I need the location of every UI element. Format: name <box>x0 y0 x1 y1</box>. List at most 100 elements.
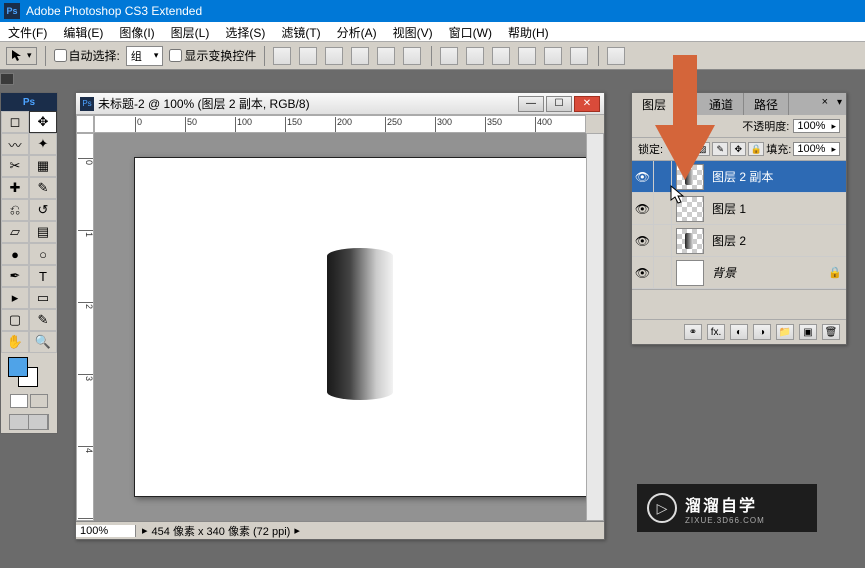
opacity-field[interactable]: 100% ▸ <box>793 119 840 133</box>
align-bottom-icon[interactable] <box>325 47 343 65</box>
ruler-origin[interactable] <box>76 115 94 133</box>
layer-row[interactable]: 👁 图层 1 <box>632 193 846 225</box>
auto-select-target-dropdown[interactable]: 组 ▾ <box>126 46 164 66</box>
lasso-tool[interactable]: 〰 <box>1 133 29 155</box>
tab-layers[interactable]: 图层 <box>632 93 677 115</box>
crop-tool[interactable]: ✂ <box>1 155 29 177</box>
screen-mode-button[interactable] <box>9 414 49 430</box>
foreground-color-swatch[interactable] <box>8 357 28 377</box>
path-select-tool[interactable]: ▸ <box>1 287 29 309</box>
new-layer-button[interactable]: ▣ <box>799 324 817 340</box>
visibility-toggle[interactable]: 👁 <box>632 193 654 224</box>
maximize-button[interactable]: ☐ <box>546 96 572 112</box>
layer-thumbnail[interactable] <box>676 260 704 286</box>
layer-thumbnail[interactable] <box>676 228 704 254</box>
horizontal-ruler[interactable]: 0 50 100 150 200 250 300 350 400 450 <box>94 115 586 133</box>
dodge-tool[interactable]: ○ <box>29 243 57 265</box>
canvas-viewport[interactable] <box>94 133 586 521</box>
eraser-tool[interactable]: ▱ <box>1 221 29 243</box>
eyedropper-tool[interactable]: ✎ <box>29 309 57 331</box>
menu-filter[interactable]: 滤镜(T) <box>273 22 328 41</box>
current-tool-display[interactable]: ▾ <box>6 47 37 65</box>
layer-thumbnail[interactable] <box>676 164 704 190</box>
auto-select-checkbox[interactable] <box>54 49 67 62</box>
delete-layer-button[interactable]: 🗑 <box>822 324 840 340</box>
menu-edit[interactable]: 编辑(E) <box>55 22 111 41</box>
heal-tool[interactable]: ✚ <box>1 177 29 199</box>
show-transform-checkbox[interactable] <box>169 49 182 62</box>
tab-channels[interactable]: 通道 <box>699 93 744 115</box>
distribute-right-icon[interactable] <box>570 47 588 65</box>
quickmask-mode-icon[interactable] <box>30 394 48 408</box>
vertical-ruler[interactable]: 0 1 2 3 4 5 <box>76 133 94 521</box>
minimize-button[interactable]: — <box>518 96 544 112</box>
tab-paths[interactable]: 路径 <box>744 93 789 115</box>
layer-name[interactable]: 图层 2 副本 <box>708 168 846 185</box>
zoom-tool[interactable]: 🔍 <box>29 331 57 353</box>
visibility-toggle[interactable]: 👁 <box>632 225 654 256</box>
align-right-icon[interactable] <box>403 47 421 65</box>
type-tool[interactable]: T <box>29 265 57 287</box>
link-layers-button[interactable]: ⚭ <box>684 324 702 340</box>
close-button[interactable]: ✕ <box>574 96 600 112</box>
lock-position-icon[interactable]: ✥ <box>730 142 746 156</box>
shape-tool[interactable]: ▭ <box>29 287 57 309</box>
distribute-top-icon[interactable] <box>440 47 458 65</box>
lock-transparency-icon[interactable]: ▨ <box>694 142 710 156</box>
collapsed-palette-handle[interactable] <box>0 73 14 85</box>
menu-view[interactable]: 视图(V) <box>385 22 441 41</box>
link-cell[interactable] <box>654 257 672 288</box>
menu-help[interactable]: 帮助(H) <box>500 22 557 41</box>
canvas[interactable] <box>134 157 586 497</box>
distribute-left-icon[interactable] <box>518 47 536 65</box>
menu-file[interactable]: 文件(F) <box>0 22 55 41</box>
panel-flyout-icon[interactable]: ▾ <box>837 97 842 108</box>
visibility-toggle[interactable]: 👁 <box>632 161 654 192</box>
menu-layer[interactable]: 图层(L) <box>163 22 218 41</box>
layer-mask-button[interactable]: ◐ <box>730 324 748 340</box>
align-top-icon[interactable] <box>273 47 291 65</box>
menu-window[interactable]: 窗口(W) <box>441 22 500 41</box>
document-info[interactable]: ▸ 454 像素 x 340 像素 (72 ppi) ▸ <box>136 523 604 539</box>
layer-name[interactable]: 图层 1 <box>708 200 846 217</box>
group-button[interactable]: 📁 <box>776 324 794 340</box>
fill-field[interactable]: 100% ▸ <box>793 142 840 156</box>
blur-tool[interactable]: ● <box>1 243 29 265</box>
menu-image[interactable]: 图像(I) <box>111 22 162 41</box>
menu-select[interactable]: 选择(S) <box>217 22 273 41</box>
brush-tool[interactable]: ✎ <box>29 177 57 199</box>
align-vcenter-icon[interactable] <box>299 47 317 65</box>
zoom-level-field[interactable]: 100% <box>76 525 136 537</box>
panel-close-icon[interactable]: × <box>822 96 828 108</box>
link-cell[interactable] <box>654 161 672 192</box>
layer-name[interactable]: 背景 <box>708 264 828 281</box>
vertical-scrollbar[interactable] <box>586 133 604 521</box>
layer-thumbnail[interactable] <box>676 196 704 222</box>
menu-analysis[interactable]: 分析(A) <box>329 22 385 41</box>
adjustment-layer-button[interactable]: ◑ <box>753 324 771 340</box>
layer-row[interactable]: 👁 图层 2 <box>632 225 846 257</box>
standard-mode-icon[interactable] <box>10 394 28 408</box>
history-brush-tool[interactable]: ↺ <box>29 199 57 221</box>
lock-all-icon[interactable]: 🔒 <box>748 142 764 156</box>
document-titlebar[interactable]: Ps 未标题-2 @ 100% (图层 2 副本, RGB/8) — ☐ ✕ <box>76 93 604 115</box>
align-hcenter-icon[interactable] <box>377 47 395 65</box>
distribute-hcenter-icon[interactable] <box>544 47 562 65</box>
auto-align-icon[interactable] <box>607 47 625 65</box>
layer-style-button[interactable]: fx. <box>707 324 725 340</box>
hand-tool[interactable]: ✋ <box>1 331 29 353</box>
link-cell[interactable] <box>654 193 672 224</box>
visibility-toggle[interactable]: 👁 <box>632 257 654 288</box>
gradient-tool[interactable]: ▤ <box>29 221 57 243</box>
distribute-vcenter-icon[interactable] <box>466 47 484 65</box>
layer-name[interactable]: 图层 2 <box>708 232 846 249</box>
align-left-icon[interactable] <box>351 47 369 65</box>
layer-row[interactable]: 👁 图层 2 副本 <box>632 161 846 193</box>
wand-tool[interactable]: ✦ <box>29 133 57 155</box>
distribute-bottom-icon[interactable] <box>492 47 510 65</box>
stamp-tool[interactable]: ⎌ <box>1 199 29 221</box>
link-cell[interactable] <box>654 225 672 256</box>
pen-tool[interactable]: ✒ <box>1 265 29 287</box>
lock-pixels-icon[interactable]: ✎ <box>712 142 728 156</box>
marquee-tool[interactable]: ◻ <box>1 111 29 133</box>
